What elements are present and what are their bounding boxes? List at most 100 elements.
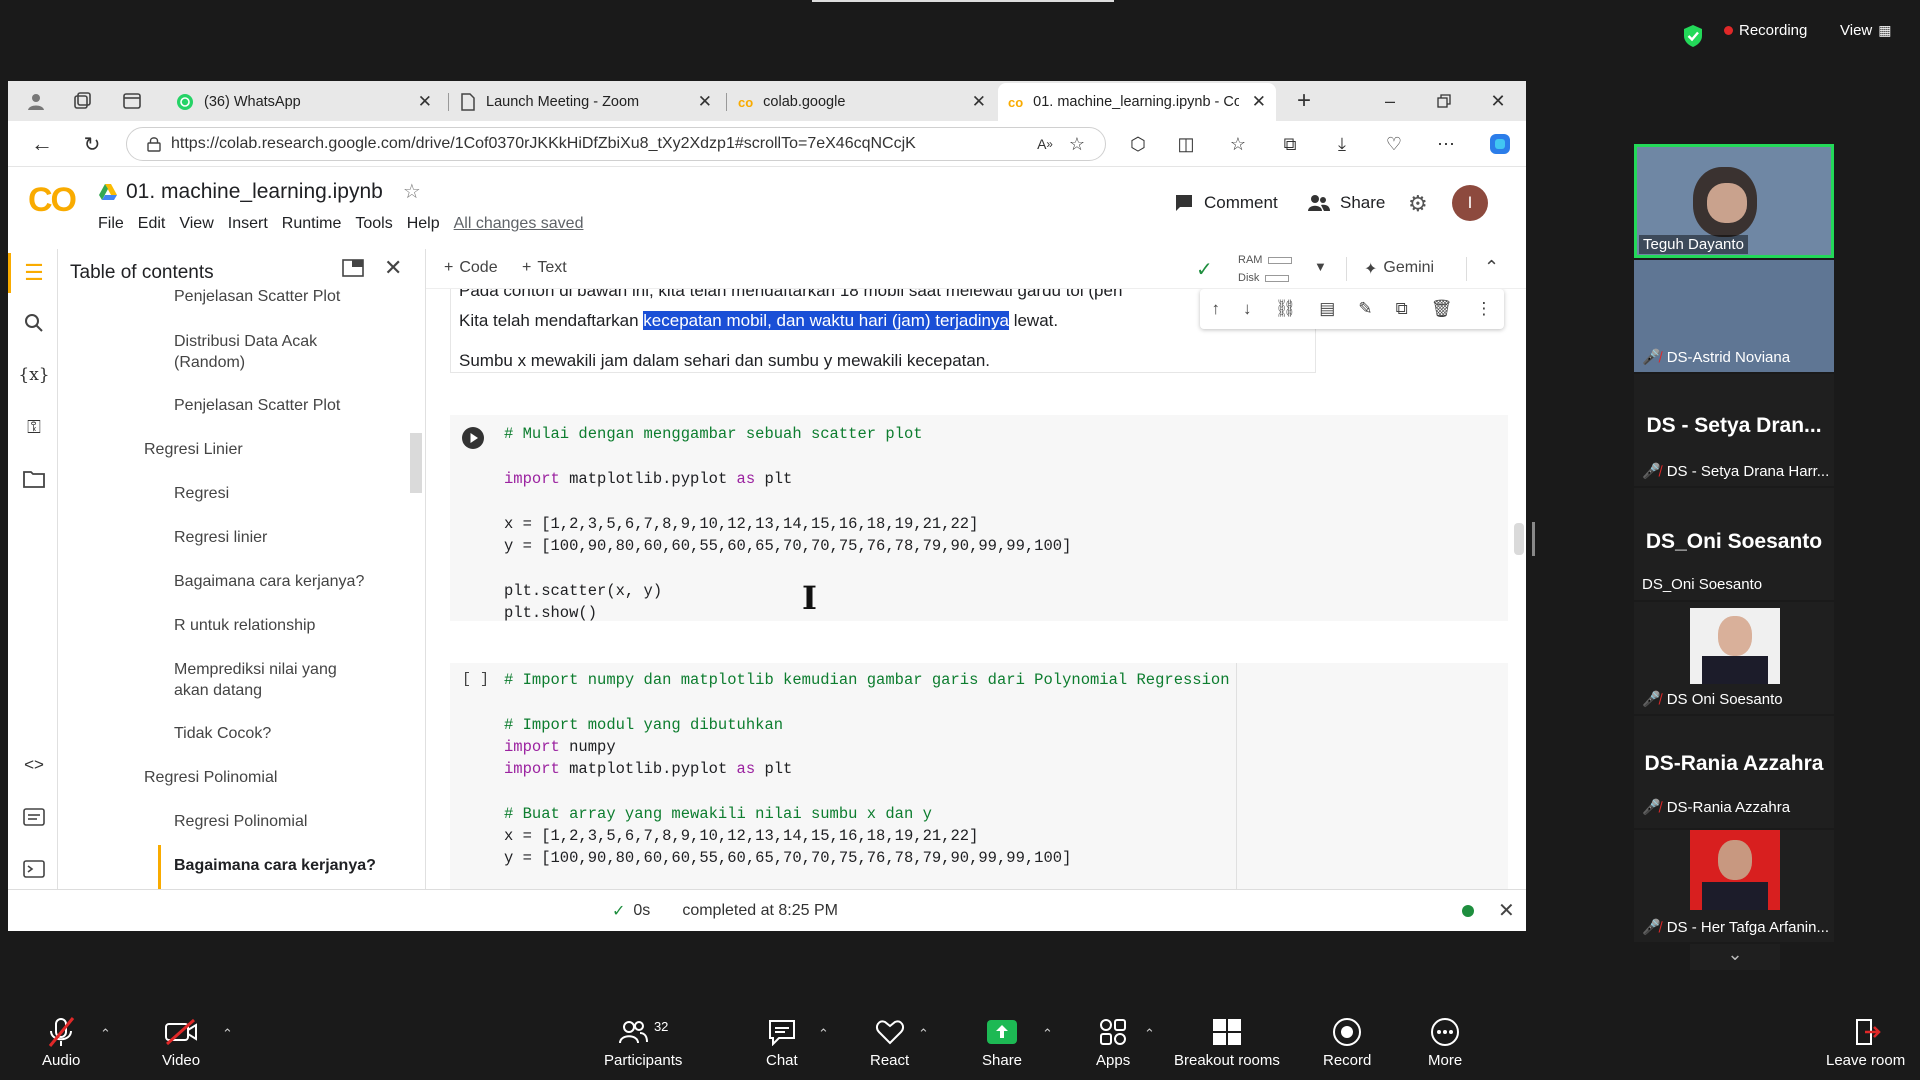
recording-indicator[interactable]: Recording: [1724, 22, 1807, 39]
minimize-icon[interactable]: –: [1374, 85, 1406, 117]
audio-options-caret-icon[interactable]: ⌃: [100, 1026, 111, 1042]
record-button[interactable]: Record: [1323, 1016, 1371, 1069]
terminal-icon[interactable]: [18, 853, 50, 885]
window-resize-handle[interactable]: [1532, 522, 1535, 556]
video-button[interactable]: Video: [162, 1016, 200, 1069]
profile-icon[interactable]: [20, 85, 52, 117]
move-down-icon[interactable]: ↓: [1243, 299, 1252, 319]
scroll-down-chevron-icon[interactable]: ⌄: [1690, 944, 1780, 970]
chat-button[interactable]: Chat: [766, 1016, 798, 1069]
settings-gear-icon[interactable]: ⚙: [1408, 191, 1428, 217]
close-icon[interactable]: ✕: [698, 92, 712, 112]
tab-colab-google[interactable]: co colab.google ✕: [728, 83, 996, 121]
gemini-button[interactable]: ✦ Gemini: [1364, 259, 1434, 279]
code-cell-scatter[interactable]: # Mulai dengan menggambar sebuah scatter…: [450, 415, 1508, 622]
participant-tile[interactable]: DS - Setya Dran... 🎤̸ DS - Setya Drana Ha…: [1634, 374, 1834, 486]
view-button[interactable]: View ▦: [1840, 22, 1891, 39]
split-screen-icon[interactable]: ◫: [1170, 128, 1202, 160]
chat-options-caret-icon[interactable]: ⌃: [818, 1026, 829, 1042]
move-up-icon[interactable]: ↑: [1212, 299, 1221, 319]
toc-item[interactable]: R untuk relationship: [174, 615, 315, 636]
participant-tile-active[interactable]: Teguh Dayanto: [1634, 144, 1834, 258]
variables-icon[interactable]: {x}: [18, 359, 50, 391]
save-status[interactable]: All changes saved: [454, 215, 584, 233]
tab-whatsapp[interactable]: (36) WhatsApp ✕: [166, 83, 442, 121]
participant-tile[interactable]: 🎤̸ DS Oni Soesanto: [1634, 602, 1834, 714]
menu-edit[interactable]: Edit: [138, 215, 166, 233]
audio-button[interactable]: Audio: [42, 1016, 80, 1069]
toc-item[interactable]: Regresi linier: [174, 527, 267, 548]
share-button[interactable]: Share: [1308, 193, 1385, 213]
menu-help[interactable]: Help: [407, 215, 440, 233]
notebook-title[interactable]: 01. machine_learning.ipynb: [126, 180, 383, 204]
participant-tile[interactable]: DS_Oni Soesanto DS_Oni Soesanto: [1634, 488, 1834, 600]
apps-options-caret-icon[interactable]: ⌃: [1144, 1026, 1155, 1042]
tab-actions-icon[interactable]: [116, 85, 148, 117]
avatar[interactable]: I: [1452, 185, 1488, 221]
text-cell[interactable]: Pada contoh di bawah ini, kita telah men…: [450, 279, 1316, 373]
menu-insert[interactable]: Insert: [228, 215, 268, 233]
close-icon[interactable]: ✕: [418, 92, 432, 112]
comment-button[interactable]: Comment: [1174, 193, 1278, 213]
code-snippets-icon[interactable]: <>: [18, 749, 50, 781]
share-options-caret-icon[interactable]: ⌃: [1042, 1026, 1053, 1042]
performance-icon[interactable]: ♡: [1378, 128, 1410, 160]
folder-icon[interactable]: [18, 463, 50, 495]
notebook-scrollbar[interactable]: [1514, 523, 1524, 555]
toc-item-active[interactable]: Bagaimana cara kerjanya?: [174, 855, 376, 876]
close-icon[interactable]: ✕: [384, 255, 402, 281]
close-icon[interactable]: ✕: [1252, 92, 1266, 112]
code-cell-polynomial[interactable]: [ ] # Import numpy dan matplotlib kemudi…: [450, 663, 1508, 889]
url-bar[interactable]: https://colab.research.google.com/drive/…: [126, 127, 1106, 161]
participant-tile[interactable]: 🎤̸ DS-Astrid Noviana: [1634, 260, 1834, 372]
restore-icon[interactable]: [1428, 85, 1460, 117]
breakout-rooms-button[interactable]: Breakout rooms: [1174, 1016, 1280, 1069]
run-cell-button[interactable]: [462, 427, 484, 449]
apps-button[interactable]: Apps: [1096, 1016, 1130, 1069]
react-button[interactable]: React: [870, 1016, 909, 1069]
extensions-icon[interactable]: ⬡: [1122, 128, 1154, 160]
read-aloud-icon[interactable]: A»: [1029, 128, 1061, 160]
search-icon[interactable]: [18, 307, 50, 339]
toc-scrollbar[interactable]: [410, 433, 422, 493]
toc-item[interactable]: Regresi Polinomial: [174, 811, 307, 832]
toc-item[interactable]: Memprediksi nilai yang akan datang: [174, 659, 364, 701]
leave-room-button[interactable]: Leave room: [1826, 1016, 1905, 1069]
add-text-button[interactable]: + Text: [522, 259, 567, 277]
open-in-tab-icon[interactable]: [342, 259, 364, 277]
toc-item[interactable]: Bagaimana cara kerjanya?: [174, 571, 364, 592]
toc-item[interactable]: Regresi Polinomial: [144, 767, 277, 788]
downloads-icon[interactable]: ⤓: [1326, 128, 1358, 160]
edit-pencil-icon[interactable]: ✎: [1358, 299, 1372, 319]
more-vert-icon[interactable]: ⋮: [1475, 299, 1492, 319]
add-code-button[interactable]: + Code: [444, 259, 498, 277]
link-icon[interactable]: ⛓: [1275, 299, 1297, 319]
toc-item[interactable]: Distribusi Data Acak (Random): [174, 331, 364, 373]
runtime-dropdown-icon[interactable]: ▼: [1314, 259, 1327, 274]
participants-button[interactable]: 32 Participants: [604, 1016, 682, 1070]
toc-item[interactable]: Tidak Cocok?: [174, 723, 271, 744]
tab-zoom-launch[interactable]: Launch Meeting - Zoom ✕: [450, 83, 722, 121]
participant-tile[interactable]: DS-Rania Azzahra 🎤̸ DS-Rania Azzahra: [1634, 716, 1834, 828]
close-icon[interactable]: ✕: [972, 92, 986, 112]
mirror-cell-icon[interactable]: ⧉: [1396, 299, 1408, 319]
favorite-star-icon[interactable]: ☆: [1061, 128, 1093, 160]
video-options-caret-icon[interactable]: ⌃: [222, 1026, 233, 1042]
share-screen-button[interactable]: Share: [982, 1016, 1022, 1069]
settings-more-icon[interactable]: ⋯: [1430, 128, 1462, 160]
toc-item[interactable]: Penjelasan Scatter Plot: [174, 286, 340, 307]
more-button[interactable]: More: [1428, 1016, 1462, 1069]
menu-tools[interactable]: Tools: [355, 215, 392, 233]
toc-icon[interactable]: ☰: [18, 257, 50, 289]
resource-monitor[interactable]: RAM Disk: [1238, 251, 1293, 287]
menu-view[interactable]: View: [179, 215, 213, 233]
key-icon[interactable]: ⚿: [18, 411, 50, 443]
menu-file[interactable]: File: [98, 215, 124, 233]
collections-icon[interactable]: ⧉: [1274, 128, 1306, 160]
command-palette-icon[interactable]: [18, 801, 50, 833]
workspaces-icon[interactable]: [66, 85, 98, 117]
reload-icon[interactable]: ↻: [76, 128, 108, 160]
collapse-chevron-icon[interactable]: ⌃: [1484, 257, 1499, 278]
new-tab-icon[interactable]: +: [1288, 85, 1320, 117]
comment-icon[interactable]: ▤: [1319, 299, 1335, 319]
